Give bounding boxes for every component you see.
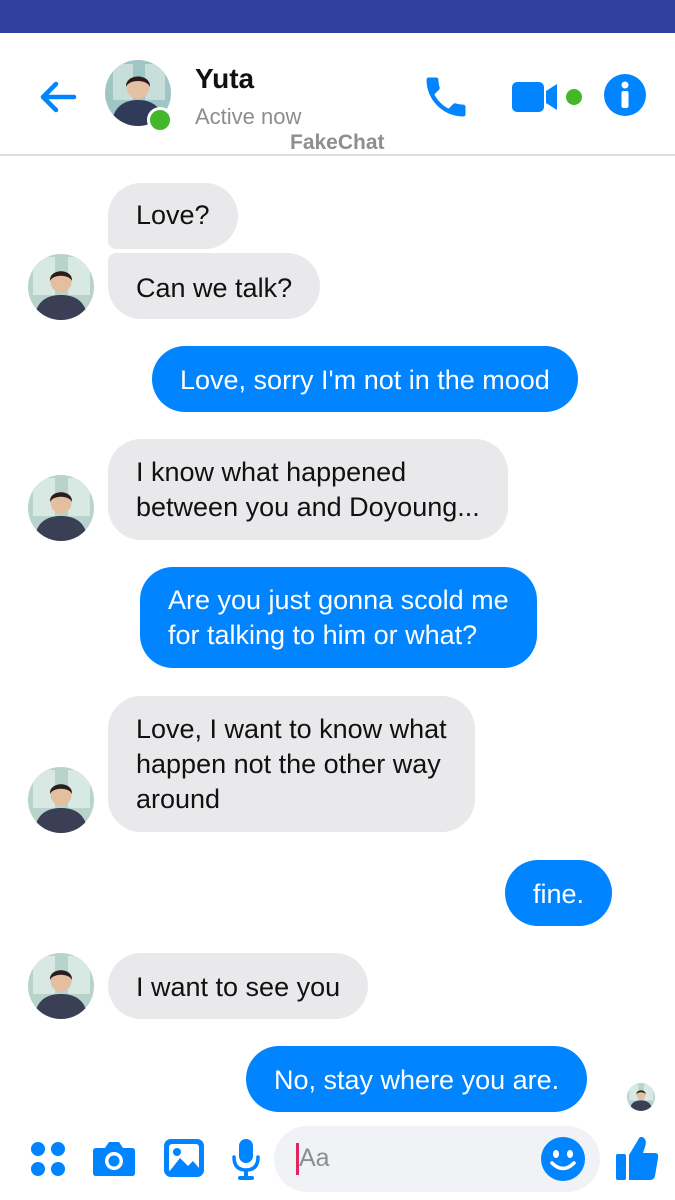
- avatar[interactable]: [28, 475, 94, 541]
- info-icon: [604, 74, 646, 116]
- incoming-message[interactable]: I want to see you: [108, 953, 369, 1019]
- microphone-icon: [232, 1139, 260, 1180]
- incoming-message[interactable]: Can we talk?: [108, 253, 321, 319]
- info-button[interactable]: [603, 73, 647, 117]
- app-watermark: FakeChat: [290, 131, 385, 154]
- seen-receipt-avatar: [627, 1083, 655, 1111]
- video-call-button[interactable]: [510, 77, 586, 117]
- gallery-button[interactable]: [163, 1138, 205, 1178]
- avatar[interactable]: [28, 767, 94, 833]
- voice-message-button[interactable]: [231, 1137, 261, 1181]
- outgoing-message[interactable]: Are you just gonna scold me for talking …: [140, 567, 537, 668]
- image-icon: [164, 1139, 204, 1177]
- chat-header: Yuta Active now FakeChat: [0, 33, 675, 156]
- incoming-message[interactable]: Love, I want to know what happen not the…: [108, 696, 475, 832]
- camera-button[interactable]: [92, 1138, 136, 1178]
- outgoing-message[interactable]: Love, sorry I'm not in the mood: [152, 346, 578, 412]
- video-camera-icon: [512, 82, 582, 112]
- arrow-left-icon: [40, 81, 77, 113]
- contact-name[interactable]: Yuta: [195, 63, 254, 95]
- contact-status: Active now: [195, 104, 302, 129]
- back-button[interactable]: [34, 73, 82, 121]
- like-button[interactable]: [614, 1134, 660, 1182]
- message-input[interactable]: Aa: [274, 1126, 600, 1192]
- emoji-button[interactable]: [540, 1136, 586, 1182]
- more-actions-button[interactable]: [28, 1139, 68, 1179]
- audio-call-button[interactable]: [420, 71, 472, 123]
- incoming-message[interactable]: Love?: [108, 183, 238, 249]
- avatar[interactable]: [28, 953, 94, 1019]
- system-status-bar: [0, 0, 675, 33]
- avatar[interactable]: [28, 254, 94, 320]
- incoming-message[interactable]: I know what happened between you and Doy…: [108, 439, 508, 540]
- thumbs-up-icon: [616, 1136, 659, 1180]
- message-placeholder: Aa: [299, 1144, 330, 1172]
- composer-bar: Aa: [0, 1122, 675, 1200]
- camera-icon: [93, 1142, 135, 1176]
- outgoing-message[interactable]: fine.: [505, 860, 613, 926]
- outgoing-message[interactable]: No, stay where you are.: [246, 1046, 588, 1112]
- active-status-indicator: [147, 107, 173, 133]
- menu-dots-icon: [31, 1142, 65, 1176]
- phone-icon: [426, 77, 466, 117]
- emoji-icon: [541, 1137, 585, 1181]
